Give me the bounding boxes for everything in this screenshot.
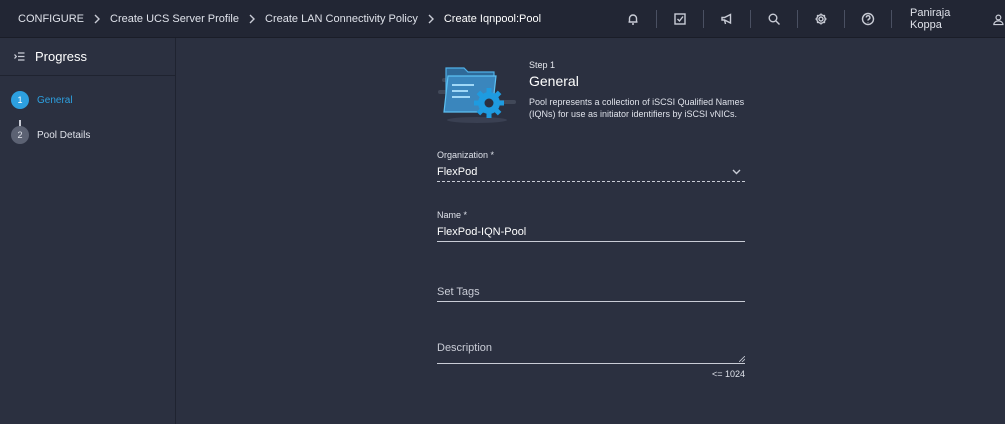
resize-handle-icon[interactable] [739,356,745,362]
breadcrumb: CONFIGURE Create UCS Server Profile Crea… [0,13,541,25]
gear-icon[interactable] [798,0,844,38]
user-icon [993,14,1004,25]
progress-header: Progress [0,38,175,76]
breadcrumb-iqnpool: Create Iqnpool:Pool [443,12,542,25]
page-description: Pool represents a collection of iSCSI Qu… [529,97,745,119]
task-check-icon[interactable] [657,0,703,38]
user-name: Paniraja Koppa [910,7,951,31]
toolbar-divider [891,10,892,28]
megaphone-icon[interactable] [704,0,750,38]
step-general[interactable]: 1 General [11,91,73,109]
step-pool-details[interactable]: 2 Pool Details [11,126,90,144]
name-label: Name * [437,210,468,220]
step-number: 2 [11,126,29,144]
chevron-right-icon [424,14,438,24]
top-bar: CONFIGURE Create UCS Server Profile Crea… [0,0,1005,38]
description-input[interactable] [437,342,745,363]
step-label: Pool Details [37,129,91,141]
tags-input[interactable] [437,282,745,301]
character-limit: <= 1024 [712,369,746,379]
organization-label: Organization * [437,150,495,160]
bell-icon[interactable] [610,0,656,38]
help-icon[interactable] [845,0,891,38]
name-input[interactable] [437,222,745,241]
step-indicator: Step 1 [529,60,556,70]
progress-title: Progress [35,49,88,64]
list-collapse-icon[interactable] [14,51,25,62]
search-icon[interactable] [751,0,797,38]
breadcrumb-configure[interactable]: CONFIGURE [18,13,84,25]
chevron-right-icon [90,14,104,24]
page-title: General [529,73,579,89]
user-menu[interactable]: Paniraja Koppa [910,0,1005,38]
breadcrumb-server-profile[interactable]: Create UCS Server Profile [110,13,239,25]
chevron-down-icon [732,169,741,174]
organization-select[interactable]: FlexPod [437,162,745,182]
name-field[interactable] [437,222,745,242]
step-label: General [37,94,73,106]
tags-field[interactable] [437,282,745,302]
description-field[interactable] [437,342,745,364]
breadcrumb-lan-policy[interactable]: Create LAN Connectivity Policy [265,13,418,25]
folder-gear-illustration [438,67,516,123]
chevron-right-icon [245,14,259,24]
toolbar-icons [610,0,892,38]
organization-value: FlexPod [437,165,478,178]
step-number: 1 [11,91,29,109]
